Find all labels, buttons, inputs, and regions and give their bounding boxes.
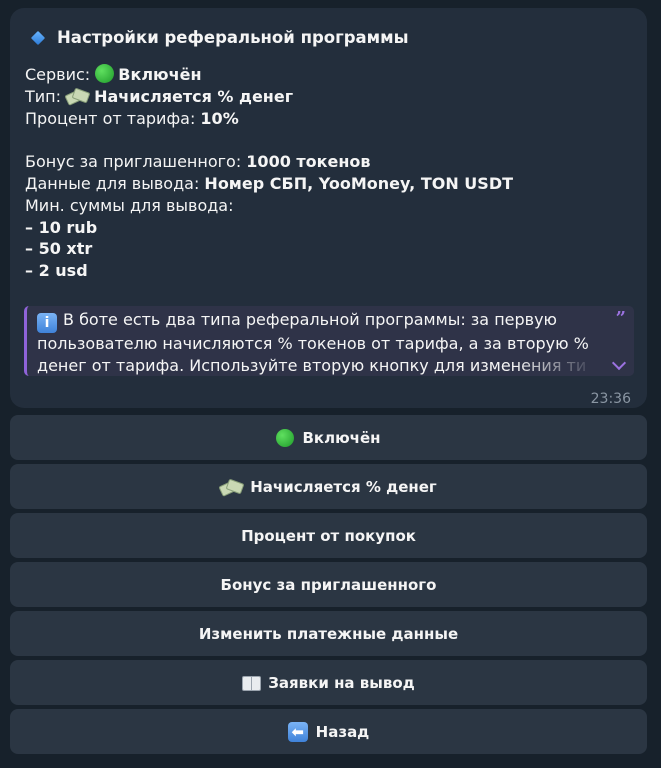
info-blockquote[interactable]: iВ боте есть два типа реферальной програ… (24, 306, 634, 376)
money-wings-icon (66, 88, 88, 104)
message-title-row: Настройки реферальной программы (28, 28, 409, 47)
withdrawal-requests-label: Заявки на вывод (268, 673, 415, 692)
blue-diamond-icon (30, 30, 46, 45)
purchase-percent-button[interactable]: Процент от покупок (10, 513, 647, 558)
type-line: Тип: Начисляется % денег (25, 86, 513, 108)
left-arrow-icon: ⬅ (287, 721, 308, 742)
min-amount-rub: – 10 rub (25, 217, 513, 239)
payout-value: Номер СБП, YooMoney, TON USDT (204, 173, 514, 193)
edit-payment-data-label: Изменить платежные данные (198, 624, 459, 643)
service-toggle-label: Включён (302, 428, 381, 447)
type-value: Начисляется % денег (94, 86, 294, 106)
service-value: Включён (118, 65, 202, 84)
withdrawal-requests-button[interactable]: Заявки на вывод (10, 660, 647, 705)
service-toggle-button[interactable]: Включён (10, 415, 647, 460)
invite-bonus-label: Бонус за приглашенного (220, 575, 437, 594)
info-icon: i (37, 313, 57, 333)
quote-mark-icon: ” (615, 308, 626, 329)
service-line: Сервис: Включён (25, 64, 513, 86)
min-amount-usd-value: – 2 usd (25, 261, 88, 281)
back-label: Назад (315, 722, 370, 741)
bonus-value: 1000 токенов (246, 152, 371, 172)
chat-view: Настройки реферальной программы Сервис: … (0, 0, 661, 768)
message-body: Сервис: Включён Тип: Начисляется % денег… (25, 64, 513, 282)
min-amount-rub-value: – 10 rub (25, 217, 98, 237)
message-title: Настройки реферальной программы (57, 28, 409, 47)
message-time: 23:36 (590, 391, 631, 407)
referral-type-button[interactable]: Начисляется % денег (10, 464, 647, 509)
referral-type-label: Начисляется % денег (250, 477, 437, 496)
percent-label: Процент от тарифа: (25, 108, 201, 128)
min-amount-xtr: – 50 xtr (25, 238, 513, 260)
min-amount-usd: – 2 usd (25, 260, 513, 282)
payout-line: Данные для вывода: Номер СБП, YooMoney, … (25, 173, 513, 195)
green-circle-icon (95, 64, 115, 83)
money-wings-icon (220, 479, 242, 495)
percent-line: Процент от тарифа: 10% (25, 108, 513, 130)
bonus-line: Бонус за приглашенного: 1000 токенов (25, 151, 513, 173)
payout-label: Данные для вывода: (25, 173, 205, 193)
open-book-icon (242, 675, 262, 691)
min-amount-xtr-value: – 50 xtr (25, 239, 93, 259)
quote-text: В боте есть два типа реферальной програм… (37, 310, 589, 375)
min-label: Мин. суммы для вывода: (25, 195, 234, 215)
edit-payment-data-button[interactable]: Изменить платежные данные (10, 611, 647, 656)
bonus-label: Бонус за приглашенного: (25, 152, 247, 172)
purchase-percent-label: Процент от покупок (241, 526, 416, 545)
service-label: Сервис: (25, 65, 96, 84)
percent-value: 10% (200, 108, 239, 128)
type-label: Тип: (25, 86, 67, 106)
invite-bonus-button[interactable]: Бонус за приглашенного (10, 562, 647, 607)
back-button[interactable]: ⬅ Назад (10, 709, 647, 754)
green-circle-icon (276, 428, 295, 447)
